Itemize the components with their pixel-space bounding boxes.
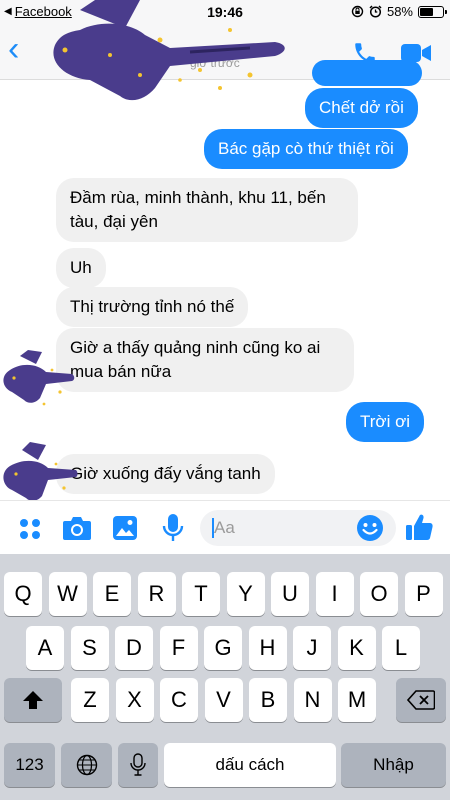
- message-input[interactable]: [200, 510, 350, 546]
- message-text: Uh: [70, 258, 92, 277]
- message-bubble-received[interactable]: Uh: [56, 248, 106, 288]
- key-o[interactable]: O: [360, 572, 398, 616]
- status-icons: 58%: [351, 4, 447, 19]
- message-text-line: Đầm rùa, minh thành, khu 11, bến: [70, 188, 326, 207]
- key-i[interactable]: I: [315, 572, 354, 616]
- key-j[interactable]: J: [293, 626, 331, 670]
- key-d[interactable]: D: [115, 626, 153, 670]
- key-l[interactable]: L: [382, 626, 420, 670]
- message-bubble-received[interactable]: Giờ xuống đấy vắng tanh: [56, 454, 275, 494]
- battery-icon: [418, 5, 447, 18]
- keyboard-microphone-icon: [130, 753, 146, 776]
- text-caret: [212, 518, 214, 538]
- key-v[interactable]: V: [204, 678, 243, 722]
- battery-percent: 58%: [386, 4, 413, 19]
- emoji-icon[interactable]: [356, 514, 384, 542]
- key-a[interactable]: A: [26, 626, 64, 670]
- message-text: Giờ xuống đấy vắng tanh: [70, 464, 261, 483]
- message-bubble-received[interactable]: Giờ a thấy quảng ninh cũng ko ai mua bán…: [56, 328, 354, 392]
- key-r[interactable]: R: [137, 572, 176, 616]
- composer-bar: [0, 500, 450, 554]
- key-s[interactable]: S: [70, 626, 109, 670]
- message-text: Chết dở rồi: [319, 98, 404, 117]
- key-f[interactable]: F: [159, 626, 198, 670]
- onscreen-keyboard: 123 dấu cách Nhập QWERTYUIOP ASDFGHJKL ZXC…: [0, 554, 450, 800]
- key-q[interactable]: Q: [4, 572, 42, 616]
- witch-sticker-icon: [3, 350, 75, 406]
- key-y[interactable]: Y: [226, 572, 265, 616]
- gallery-icon[interactable]: [112, 515, 138, 541]
- key-u[interactable]: U: [271, 572, 309, 616]
- more-apps-icon[interactable]: [18, 517, 42, 541]
- globe-key[interactable]: [61, 743, 112, 787]
- key-z[interactable]: Z: [71, 678, 109, 722]
- key-g[interactable]: G: [204, 626, 242, 670]
- rotation-lock-icon: [351, 5, 364, 18]
- backspace-key[interactable]: [396, 678, 446, 722]
- message-text: Thị trường tỉnh nó thế: [70, 297, 235, 316]
- key-m[interactable]: M: [338, 678, 376, 722]
- backspace-icon: [407, 690, 435, 710]
- message-text-line: Giờ a thấy quảng ninh cũng ko ai: [70, 338, 321, 357]
- message-text-line: mua bán nữa: [70, 362, 172, 381]
- back-chevron-icon[interactable]: ‹: [8, 32, 19, 66]
- message-bubble-sent[interactable]: Bác gặp cò thứ thiệt rồi: [204, 129, 408, 169]
- key-b[interactable]: B: [249, 678, 287, 722]
- key-e[interactable]: E: [93, 572, 131, 616]
- shift-key[interactable]: [4, 678, 62, 722]
- message-bubble-sent[interactable]: Trời ơi: [346, 402, 424, 442]
- key-c[interactable]: C: [160, 678, 198, 722]
- message-text-line: tàu, đại yên: [70, 212, 158, 231]
- like-thumbs-up-icon[interactable]: [404, 512, 434, 542]
- globe-icon: [76, 754, 97, 776]
- message-bubble-received[interactable]: Đầm rùa, minh thành, khu 11, bến tàu, đạ…: [56, 178, 358, 242]
- message-bubble-received[interactable]: Thị trường tỉnh nó thế: [56, 287, 249, 327]
- space-key[interactable]: dấu cách: [164, 743, 336, 787]
- key-p[interactable]: P: [404, 572, 443, 616]
- key-n[interactable]: N: [293, 678, 332, 722]
- key-x[interactable]: X: [115, 678, 154, 722]
- return-key[interactable]: Nhập: [341, 743, 446, 787]
- key-w[interactable]: W: [48, 572, 87, 616]
- key-t[interactable]: T: [182, 572, 220, 616]
- dictation-key[interactable]: [118, 743, 158, 787]
- numbers-key[interactable]: 123: [4, 743, 55, 787]
- battery-level: [420, 7, 433, 16]
- message-text: Bác gặp cò thứ thiệt rồi: [218, 139, 394, 158]
- alarm-icon: [369, 5, 382, 18]
- key-h[interactable]: H: [248, 626, 287, 670]
- message-bubble-sent[interactable]: Chết dở rồi: [305, 88, 418, 128]
- shift-arrow-icon: [23, 691, 43, 709]
- witch-sticker-icon: [3, 442, 78, 504]
- camera-icon[interactable]: [62, 515, 92, 541]
- key-k[interactable]: K: [337, 626, 376, 670]
- message-bubble-partial: [312, 60, 422, 86]
- microphone-icon[interactable]: [162, 513, 184, 543]
- message-text: Trời ơi: [360, 412, 410, 431]
- message-list[interactable]: Chết dở rồi Bác gặp cò thứ thiệt rồi Đầm…: [0, 60, 450, 504]
